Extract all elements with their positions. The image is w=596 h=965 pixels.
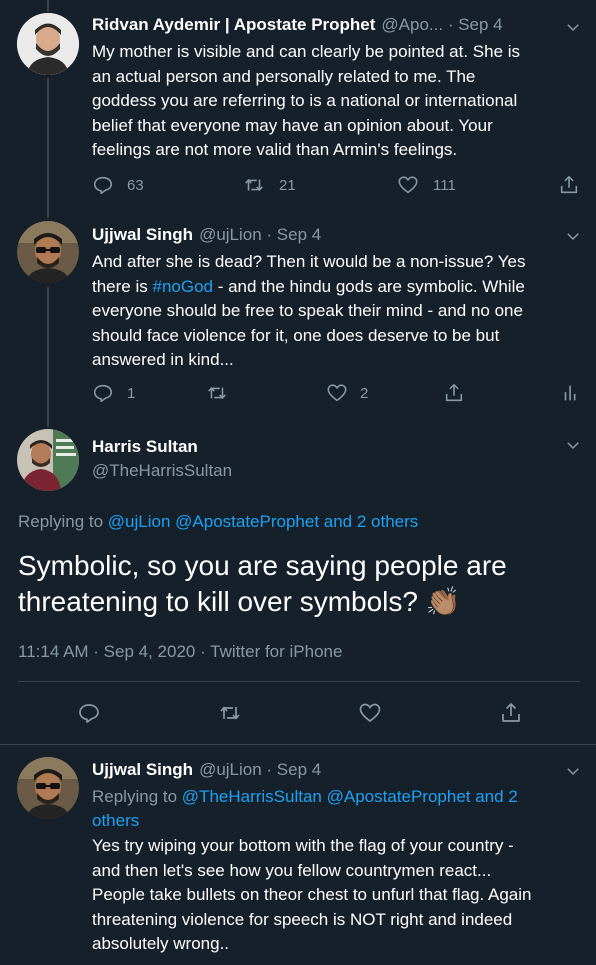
retweet-count: 21 (279, 176, 296, 194)
avatar[interactable] (17, 429, 79, 491)
divider (0, 744, 596, 745)
hashtag-link[interactable]: #noGod (152, 277, 213, 296)
author-handle-time[interactable]: @ujLion · Sep 4 (199, 225, 321, 245)
avatar[interactable] (17, 757, 79, 819)
tweet-text-line: there is #noGod - and the hindu gods are… (92, 275, 582, 300)
like-count: 2 (360, 384, 369, 402)
thread-line (47, 287, 49, 427)
avatar[interactable] (17, 221, 79, 283)
reply-icon (93, 176, 113, 195)
thread-line (47, 0, 49, 12)
share-button[interactable] (558, 174, 580, 196)
tweet-text-segment: threatening to kill over symbols? (18, 586, 418, 617)
like-button[interactable]: 2 (326, 382, 368, 404)
tweet-text-line: feelings are not more valid than Armin's… (92, 140, 458, 159)
author-name[interactable]: Ridvan Aydemir | Apostate Prophet (92, 15, 375, 35)
reply-button[interactable] (77, 701, 101, 725)
divider (18, 681, 580, 682)
author-name[interactable]: Harris Sultan (92, 437, 198, 457)
tweet-text-line: absolutely wrong.. (92, 934, 230, 953)
analytics-icon (564, 385, 576, 401)
replying-to: Replying to @TheHarrisSultan @ApostatePr… (92, 785, 582, 833)
analytics-button[interactable] (560, 382, 582, 404)
author-handle-time[interactable]: @Apo... · Sep 4 (381, 15, 502, 35)
main-tweet-text: Symbolic, so you are saying people are t… (18, 548, 588, 620)
tweet-text: Yes try wiping your bottom with the flag… (92, 834, 587, 957)
share-icon (445, 383, 463, 402)
tweet-text-line: belief that everyone may have an opinion… (92, 115, 493, 135)
tweet-text-line: threatening violence for speech is NOT r… (92, 909, 513, 929)
mention-links[interactable]: others (92, 809, 582, 833)
retweet-icon (220, 706, 240, 720)
retweet-icon (208, 387, 226, 399)
reply-button[interactable]: 63 (92, 174, 144, 196)
share-button[interactable] (443, 382, 465, 404)
reply-count: 63 (127, 176, 144, 194)
tweet-text-line: Symbolic, so you are saying people are (18, 550, 507, 581)
tweet-text-line: and then let's see how you fellow countr… (92, 860, 492, 880)
share-icon (560, 175, 578, 194)
tweet-text-line: answered in kind... (92, 350, 234, 369)
avatar[interactable] (17, 13, 79, 75)
share-icon (502, 703, 520, 722)
retweet-button[interactable] (206, 382, 228, 404)
tweet-text-line: Yes try wiping your bottom with the flag… (92, 836, 514, 855)
author-handle-time[interactable]: @ujLion · Sep 4 (199, 760, 321, 780)
retweet-icon (245, 179, 263, 191)
replying-to-label: Replying to (18, 512, 104, 531)
replying-to-label: Replying to (92, 787, 178, 806)
tweet-text-line: People take bullets on theor chest to un… (92, 885, 532, 904)
thread-line (47, 78, 49, 218)
chevron-down-icon[interactable] (564, 227, 582, 245)
tweet-text-line: should face violence for it, one does de… (92, 325, 500, 345)
like-count: 111 (433, 176, 456, 194)
mention-links[interactable]: @TheHarrisSultan @ApostateProphet and 2 (182, 787, 518, 806)
author-name[interactable]: Ujjwal Singh (92, 760, 193, 780)
author-name[interactable]: Ujjwal Singh (92, 225, 193, 245)
tweet-text-segment: - and the hindu gods are symbolic. While (212, 276, 525, 296)
chevron-down-icon[interactable] (564, 18, 582, 36)
tweet-text-segment: there is (92, 276, 153, 296)
chevron-down-icon[interactable] (564, 436, 582, 454)
tweet-text: And after she is dead? Then it would be … (92, 250, 582, 373)
heart-icon (327, 384, 347, 402)
tweet-timestamp[interactable]: 11:14 AM · Sep 4, 2020 · Twitter for iPh… (18, 642, 342, 662)
heart-icon (398, 176, 418, 194)
tweet-text-line: everyone should be free to speak their m… (92, 301, 523, 320)
retweet-button[interactable]: 21 (243, 174, 296, 196)
tweet-text-line: threatening to kill over symbols? 👏🏽 (18, 584, 588, 620)
tweet-text-line: goddess you are referring to is a nation… (92, 91, 518, 110)
tweet-text-line: And after she is dead? Then it would be … (92, 252, 526, 271)
replying-to: Replying to @ujLion @ApostateProphet and… (18, 512, 418, 532)
clapping-hands-emoji: 👏🏽 (425, 586, 461, 617)
replying-to-line: Replying to @TheHarrisSultan @ApostatePr… (92, 785, 582, 809)
like-button[interactable] (358, 701, 382, 725)
tweet-text-line: My mother is visible and can clearly be … (92, 42, 521, 61)
reply-button[interactable]: 1 (92, 382, 135, 404)
heart-icon (359, 703, 381, 722)
like-button[interactable]: 111 (397, 174, 456, 196)
tweet-text-line: an actual person and personally related … (92, 66, 476, 86)
chevron-down-icon[interactable] (564, 762, 582, 780)
retweet-button[interactable] (218, 701, 242, 725)
tweet-text: My mother is visible and can clearly be … (92, 40, 582, 163)
reply-count: 1 (127, 384, 136, 402)
share-button[interactable] (499, 701, 523, 725)
reply-icon (93, 384, 113, 403)
reply-icon (79, 704, 99, 723)
author-handle[interactable]: @TheHarrisSultan (92, 461, 232, 481)
mention-links[interactable]: @ujLion @ApostateProphet and 2 others (108, 512, 419, 531)
